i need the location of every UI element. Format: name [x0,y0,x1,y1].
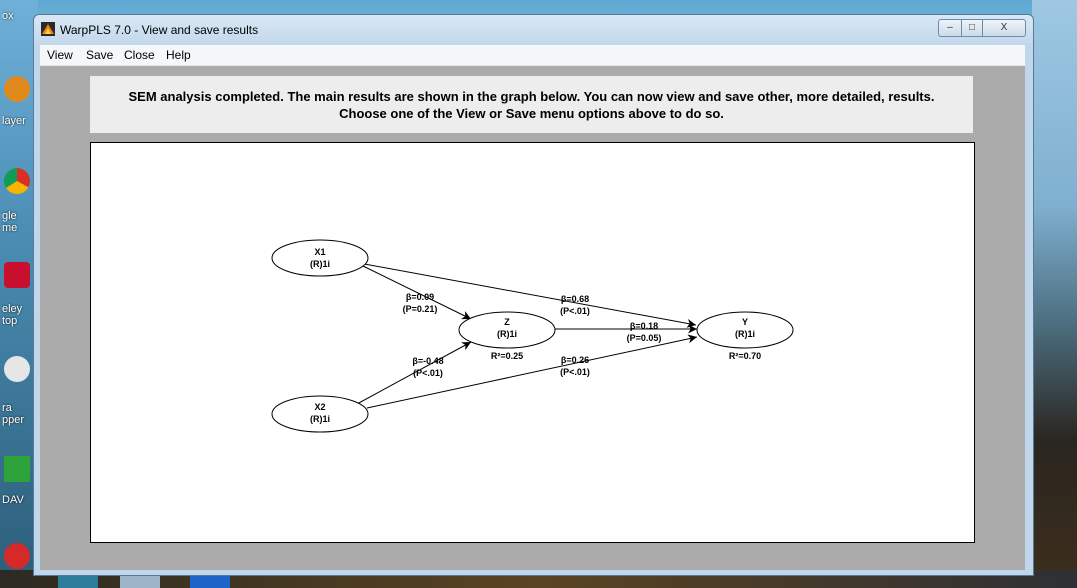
maximize-button[interactable]: □ [961,19,983,37]
chrome-icon[interactable] [4,168,30,194]
node-y-name: Y [742,317,748,327]
path-x1-z-p: (P=0.21) [403,304,438,314]
menu-help[interactable]: Help [166,48,191,62]
desktop-icon-label: ra pper [2,402,25,426]
path-x1-z-beta: β=0.09 [406,292,434,302]
camera-icon[interactable] [4,356,30,382]
desktop-icon-label: ox [2,10,14,22]
status-message-panel: SEM analysis completed. The main results… [90,76,973,133]
path-z-y-p: (P=0.05) [627,333,662,343]
node-z-type: (R)1i [497,329,517,339]
path-z-y-beta: β=0.18 [630,321,658,331]
client-area: SEM analysis completed. The main results… [40,66,1025,570]
title-bar[interactable]: WarpPLS 7.0 - View and save results – □ … [34,15,1033,43]
node-x1[interactable]: X1 (R)1i [271,239,369,277]
media-player-icon[interactable] [4,76,30,102]
window-title: WarpPLS 7.0 - View and save results [60,23,259,37]
node-x2[interactable]: X2 (R)1i [271,395,369,433]
results-window: WarpPLS 7.0 - View and save results – □ … [33,14,1034,576]
status-message-line-1: SEM analysis completed. The main results… [128,89,935,104]
node-y-type: (R)1i [735,329,755,339]
node-x2-name: X2 [314,402,325,412]
node-z[interactable]: Z (R)1i R²=0.25 [458,311,556,361]
path-x2-y-beta: β=0.26 [561,355,589,365]
warppls-app-icon [41,22,55,36]
node-z-r2: R²=0.25 [491,351,523,361]
path-x2-z-beta: β=-0.48 [412,356,443,366]
node-x1-type: (R)1i [310,259,330,269]
app-shortcut-icon[interactable] [4,543,30,569]
menu-view[interactable]: View [47,48,73,62]
mendeley-icon[interactable] [4,262,30,288]
desktop-icon-label: layer [2,115,26,127]
desktop-icon-label: eley top [2,303,23,327]
menu-bar: View Save Close Help [40,45,1025,66]
triangle-app-icon[interactable] [4,456,30,482]
status-message-line-2: Choose one of the View or Save menu opti… [339,106,724,121]
menu-save[interactable]: Save [86,48,113,62]
close-button[interactable]: X [982,19,1026,37]
path-x1-y-p: (P<.01) [560,306,590,316]
path-x1-y-beta: β=0.68 [561,294,589,304]
minimize-button[interactable]: – [938,19,962,37]
node-x2-type: (R)1i [310,414,330,424]
desktop-wallpaper-right [1032,0,1077,588]
node-y[interactable]: Y (R)1i R²=0.70 [696,311,794,361]
path-x2-z-p: (P<.01) [413,368,443,378]
menu-close[interactable]: Close [124,48,155,62]
node-x1-name: X1 [314,247,325,257]
node-y-r2: R²=0.70 [729,351,761,361]
path-x2-y-p: (P<.01) [560,367,590,377]
sem-graph-panel: β=0.09 (P=0.21) β=0.68 (P<.01) β=0.18 (P… [90,142,975,543]
sem-path-diagram: β=0.09 (P=0.21) β=0.68 (P<.01) β=0.18 (P… [271,239,794,433]
node-z-name: Z [504,317,510,327]
desktop-icon-label: gle me [2,210,18,234]
desktop-icon-label: DAV [2,494,24,506]
